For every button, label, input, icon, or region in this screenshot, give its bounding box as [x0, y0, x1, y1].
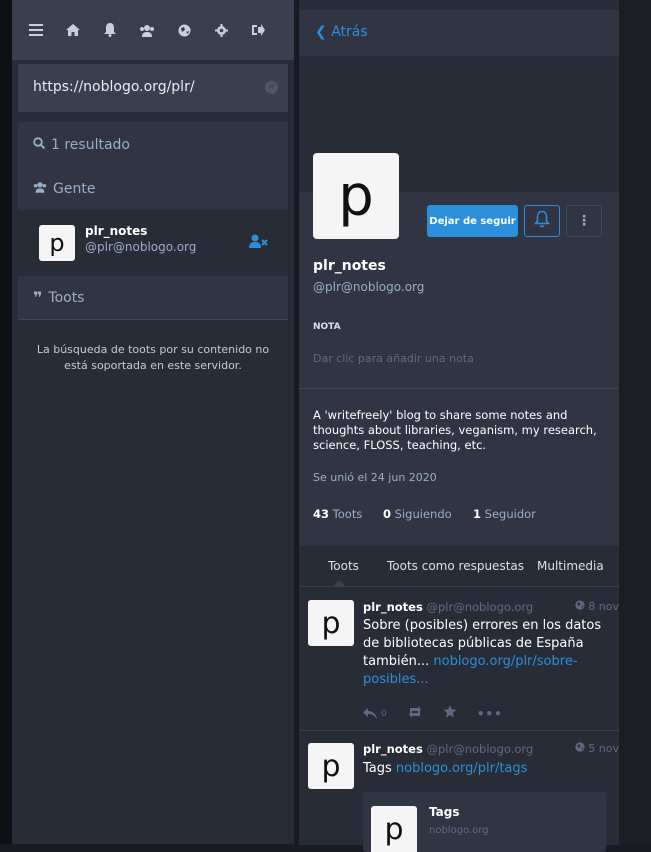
people-icon[interactable] [134, 17, 160, 43]
status-time[interactable]: 8 nov [575, 600, 619, 613]
people-label: Gente [53, 181, 96, 197]
unfollow-button[interactable]: Dejar de seguir [427, 205, 518, 237]
account-name[interactable]: plr_notes [85, 224, 147, 238]
card-thumbnail: p [371, 806, 417, 852]
tab-media[interactable]: Multimedia [537, 559, 604, 573]
profile-avatar: p [313, 153, 399, 239]
back-button[interactable]: ❮ Atrás [315, 24, 368, 40]
profile-bio: A 'writefreely' blog to share some notes… [313, 408, 597, 452]
stat-following[interactable]: 0 Siguiendo [383, 507, 452, 521]
link-preview-card[interactable]: p Tags noblogo.org [363, 792, 606, 852]
status-actions: 0 ••• [363, 705, 503, 722]
account-result[interactable]: p plr_notes @plr@noblogo.org [18, 210, 288, 274]
note-input[interactable]: Dar clic para añadir una nota [313, 352, 474, 365]
status-author-name: plr_notes [363, 742, 423, 756]
stat-following-count: 0 [383, 507, 392, 521]
tab-toots[interactable]: Toots [328, 559, 359, 573]
avatar[interactable]: p [39, 225, 75, 261]
stat-followers-count: 1 [473, 507, 482, 521]
status-item[interactable]: p plr_notes @plr@noblogo.org 5 nov Tags … [299, 730, 619, 852]
reply-icon [363, 708, 377, 719]
account-handle: @plr@noblogo.org [85, 240, 197, 254]
tab-replies[interactable]: Toots como respuestas [387, 559, 524, 573]
right-column-edge [619, 0, 651, 844]
profile-bio-section: A 'writefreely' blog to share some notes… [299, 388, 619, 547]
bell-icon[interactable] [97, 17, 123, 43]
status-time-label: 8 nov [588, 600, 619, 613]
bell-icon [533, 210, 551, 232]
profile-tabs: Toots Toots como respuestas Multimedia [299, 546, 619, 586]
search-field[interactable]: https://noblogo.org/plr/ × [18, 64, 288, 112]
results-count: 1 resultado [51, 137, 130, 153]
status-time[interactable]: 5 nov [575, 742, 619, 755]
globe-icon[interactable] [171, 17, 197, 43]
vertical-ellipsis-icon: ⋮ [577, 213, 591, 229]
status-author[interactable]: plr_notes @plr@noblogo.org [363, 600, 533, 614]
status-author-handle: @plr@noblogo.org [426, 742, 534, 756]
no-support-message: La búsqueda de toots por su contenido no… [36, 343, 270, 372]
profile-name: plr_notes [313, 258, 386, 274]
column-header: ❮ Atrás [299, 10, 619, 56]
quote-icon: ❞ [33, 288, 43, 307]
notify-button[interactable] [524, 205, 560, 237]
stat-toots-label: Toots [332, 507, 363, 521]
status-author-name: plr_notes [363, 600, 423, 614]
more-options-button[interactable]: ⋮ [566, 205, 602, 237]
clear-search-icon[interactable]: × [265, 81, 278, 94]
stat-toots-count: 43 [313, 507, 330, 521]
stat-followers[interactable]: 1 Seguidor [473, 507, 536, 521]
left-border [0, 0, 12, 844]
logout-icon[interactable] [245, 17, 271, 43]
status-author-handle: @plr@noblogo.org [426, 600, 534, 614]
results-count-header: 1 resultado [18, 122, 288, 168]
globe-icon [575, 600, 589, 613]
status-content: Sobre (posibles) errores en los datos de… [363, 617, 609, 689]
card-domain: noblogo.org [429, 825, 489, 836]
search-icon [33, 137, 46, 153]
stat-following-label: Siguiendo [394, 507, 452, 521]
reply-count: 0 [381, 708, 387, 719]
home-icon[interactable] [60, 17, 86, 43]
note-label: NOTA [313, 322, 341, 332]
profile-handle: @plr@noblogo.org [313, 280, 425, 294]
people-icon [33, 181, 47, 197]
reply-button[interactable]: 0 [363, 708, 387, 719]
toots-section-header: ❞ Toots [18, 276, 288, 320]
status-time-label: 5 nov [588, 742, 619, 755]
globe-icon [575, 742, 589, 755]
joined-date: Se unió el 24 jun 2020 [313, 471, 437, 484]
chevron-left-icon: ❮ [315, 24, 327, 40]
avatar[interactable]: p [308, 743, 354, 789]
top-navigation [12, 0, 294, 60]
gear-icon[interactable] [208, 17, 234, 43]
avatar[interactable]: p [308, 600, 354, 646]
status-author[interactable]: plr_notes @plr@noblogo.org [363, 742, 533, 756]
stat-toots[interactable]: 43 Toots [313, 507, 362, 521]
status-text: Tags [363, 761, 392, 776]
boost-icon[interactable] [407, 705, 423, 722]
back-label[interactable]: Atrás [331, 24, 367, 40]
stat-followers-label: Seguidor [484, 507, 536, 521]
status-link[interactable]: noblogo.org/plr/tags [396, 761, 528, 776]
status-content: Tags noblogo.org/plr/tags [363, 761, 527, 776]
menu-icon[interactable] [23, 17, 49, 43]
toots-label: Toots [48, 289, 85, 306]
star-icon[interactable] [443, 705, 457, 722]
search-input[interactable]: https://noblogo.org/plr/ [33, 79, 195, 95]
people-section-header: Gente [18, 168, 288, 210]
card-title: Tags [429, 805, 460, 819]
more-icon[interactable]: ••• [477, 707, 503, 721]
unfollow-icon[interactable] [249, 234, 269, 252]
status-item[interactable]: p plr_notes @plr@noblogo.org 8 nov Sobre… [299, 586, 619, 731]
